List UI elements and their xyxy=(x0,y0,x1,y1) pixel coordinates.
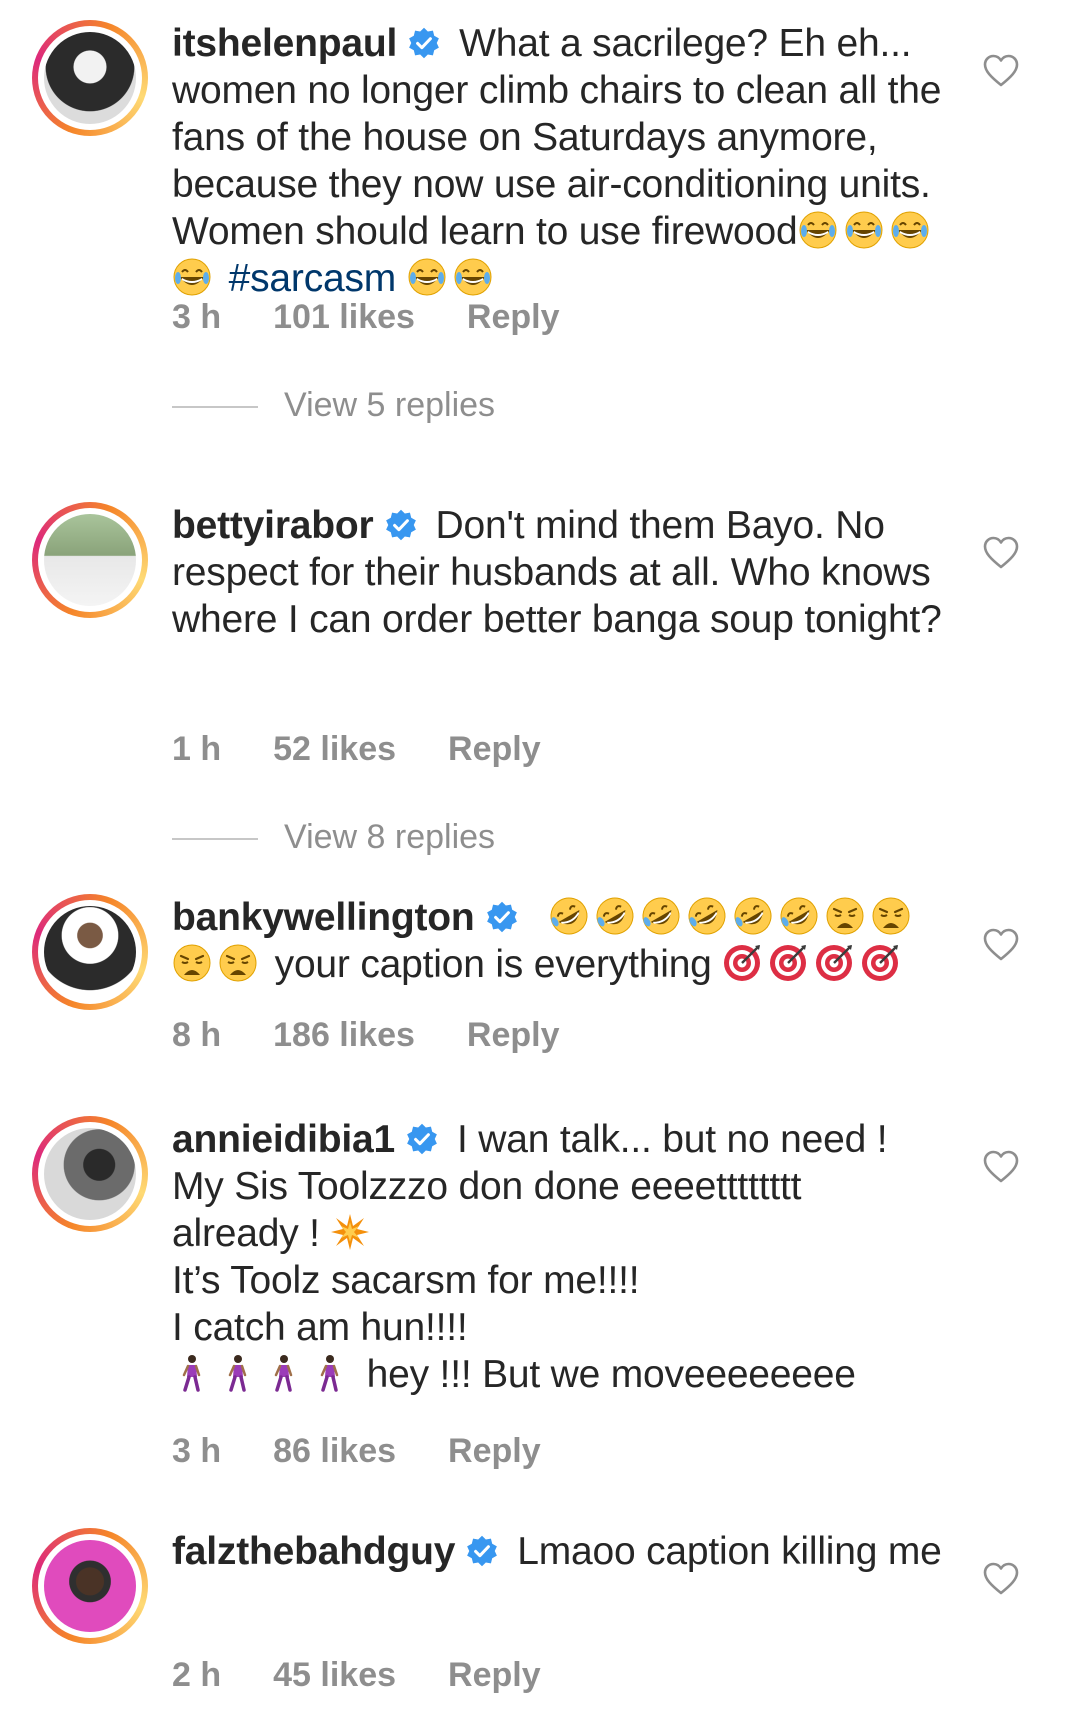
comment-line: already ! xyxy=(172,1212,320,1255)
username[interactable]: falzthebahdguy xyxy=(172,1530,455,1573)
view-replies-button[interactable]: View 8 replies xyxy=(172,818,495,857)
heart-outline-icon[interactable] xyxy=(983,1150,1019,1184)
replies-divider xyxy=(172,838,258,841)
direct-hit-emoji xyxy=(722,943,762,983)
collision-emoji xyxy=(330,1212,370,1252)
direct-hit-emoji xyxy=(768,943,808,983)
likes-count[interactable]: 45 likes xyxy=(273,1656,396,1694)
comment-line: It’s Toolz sacarsm for me!!!! xyxy=(172,1259,640,1302)
heart-outline-icon[interactable] xyxy=(983,536,1019,570)
timestamp: 1 h xyxy=(172,730,222,768)
reply-button[interactable]: Reply xyxy=(467,1016,560,1054)
heart-outline-icon[interactable] xyxy=(983,54,1019,88)
grinning-squinting-face-emoji xyxy=(407,257,447,297)
weary-face-emoji xyxy=(825,896,865,936)
woman-walking-emoji xyxy=(264,1353,304,1393)
weary-face-emoji xyxy=(871,896,911,936)
username[interactable]: annieidibia1 xyxy=(172,1118,395,1161)
timestamp: 3 h xyxy=(172,1432,222,1470)
avatar[interactable] xyxy=(32,894,148,1010)
view-replies-label: View 5 replies xyxy=(284,386,496,424)
timestamp: 3 h xyxy=(172,298,222,336)
reply-button[interactable]: Reply xyxy=(448,1656,541,1694)
woman-walking-emoji xyxy=(218,1353,258,1393)
verified-badge-icon xyxy=(465,1534,499,1568)
heart-outline-icon[interactable] xyxy=(983,928,1019,962)
grinning-squinting-face-emoji xyxy=(453,257,493,297)
comment-meta: 3 h 101 likes Reply xyxy=(172,298,612,337)
weary-face-emoji xyxy=(218,943,258,983)
avatar[interactable] xyxy=(32,20,148,136)
view-replies-label: View 8 replies xyxy=(284,818,496,856)
verified-badge-icon xyxy=(384,508,418,542)
comment-line: I wan talk... but no need ! xyxy=(457,1118,888,1161)
likes-count[interactable]: 86 likes xyxy=(273,1432,396,1470)
rolling-on-floor-laughing-emoji xyxy=(733,896,773,936)
direct-hit-emoji xyxy=(860,943,900,983)
likes-count[interactable]: 101 likes xyxy=(273,298,415,336)
woman-walking-emoji xyxy=(310,1353,350,1393)
grinning-squinting-face-emoji xyxy=(798,210,838,250)
verified-badge-icon xyxy=(407,26,441,60)
grinning-squinting-face-emoji xyxy=(172,257,212,297)
comment-meta: 2 h 45 likes Reply xyxy=(172,1656,593,1695)
comment-meta: 8 h 186 likes Reply xyxy=(172,1016,612,1055)
timestamp: 2 h xyxy=(172,1656,222,1694)
grinning-squinting-face-emoji xyxy=(890,210,930,250)
direct-hit-emoji xyxy=(814,943,854,983)
avatar[interactable] xyxy=(32,1116,148,1232)
comment-body: your caption is everything xyxy=(274,943,712,986)
username[interactable]: bankywellington xyxy=(172,896,475,939)
timestamp: 8 h xyxy=(172,1016,222,1054)
username[interactable]: bettyirabor xyxy=(172,504,374,547)
comment-text: bankywellington your caption is everythi… xyxy=(172,894,952,988)
rolling-on-floor-laughing-emoji xyxy=(779,896,819,936)
comment-meta: 1 h 52 likes Reply xyxy=(172,730,593,769)
comment-text: falzthebahdguy Lmaoo caption killing me xyxy=(172,1528,952,1575)
username[interactable]: itshelenpaul xyxy=(172,22,397,65)
avatar[interactable] xyxy=(32,1528,148,1644)
avatar[interactable] xyxy=(32,502,148,618)
comment-meta: 3 h 86 likes Reply xyxy=(172,1432,593,1471)
hashtag-link[interactable]: #sarcasm xyxy=(229,257,397,300)
comment-line: I catch am hun!!!! xyxy=(172,1306,468,1349)
reply-button[interactable]: Reply xyxy=(467,298,560,336)
comment-line: My Sis Toolzzzo don done eeeetttttttt xyxy=(172,1165,802,1208)
weary-face-emoji xyxy=(172,943,212,983)
comments-feed: itshelenpaul What a sacrilege? Eh eh... w… xyxy=(0,0,1080,1713)
rolling-on-floor-laughing-emoji xyxy=(549,896,589,936)
comment-body: Lmaoo caption killing me xyxy=(517,1530,942,1573)
rolling-on-floor-laughing-emoji xyxy=(595,896,635,936)
comment-line: hey !!! But we moveeeeeeee xyxy=(366,1353,856,1396)
grinning-squinting-face-emoji xyxy=(844,210,884,250)
replies-divider xyxy=(172,406,258,409)
verified-badge-icon xyxy=(485,900,519,934)
rolling-on-floor-laughing-emoji xyxy=(687,896,727,936)
comment-text: annieidibia1 I wan talk... but no need ! … xyxy=(172,1116,952,1398)
rolling-on-floor-laughing-emoji xyxy=(641,896,681,936)
verified-badge-icon xyxy=(405,1122,439,1156)
heart-outline-icon[interactable] xyxy=(983,1562,1019,1596)
view-replies-button[interactable]: View 5 replies xyxy=(172,386,495,425)
reply-button[interactable]: Reply xyxy=(448,730,541,768)
comment-text: itshelenpaul What a sacrilege? Eh eh... w… xyxy=(172,20,952,302)
likes-count[interactable]: 52 likes xyxy=(273,730,396,768)
comment-text: bettyirabor Don't mind them Bayo. No resp… xyxy=(172,502,952,643)
likes-count[interactable]: 186 likes xyxy=(273,1016,415,1054)
reply-button[interactable]: Reply xyxy=(448,1432,541,1470)
woman-walking-emoji xyxy=(172,1353,212,1393)
